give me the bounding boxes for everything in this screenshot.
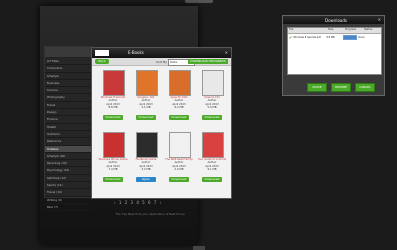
- book-size: 3.2 MB: [141, 167, 151, 171]
- bottom-edge-handle: [193, 246, 205, 250]
- book-size: 8.8 MB: [108, 105, 118, 109]
- column-header-file: File: [289, 28, 294, 31]
- book-meta: Windows 8 Secrets Author April 2013 8.8 MB: [98, 96, 128, 109]
- book-meta: Facebook Guide Author April 2013 3.2 MB: [131, 158, 161, 171]
- column-header-status: Status: [364, 28, 373, 31]
- close-icon[interactable]: ✕: [225, 50, 228, 55]
- download-row[interactable]: ✔ Windows 8 Secrets.pdf 8.8 MB Done: [288, 34, 381, 40]
- download-progress-fill: [344, 35, 357, 39]
- downloads-table: File Size Progress Status ✔ Windows 8 Sec…: [287, 27, 382, 75]
- book-card: Windows 8 Secrets Author April 2013 8.8 MB D…: [98, 70, 128, 128]
- book-size: 6.2 MB: [174, 105, 184, 109]
- book-size: 2.9 MB: [174, 167, 184, 171]
- resume-button[interactable]: RESUME: [331, 83, 351, 92]
- download-button[interactable]: Download: [202, 115, 222, 120]
- category-list: All Titles Computers Lifestyle Business Scie…: [45, 58, 91, 212]
- downloads-title: Downloads: [325, 18, 347, 23]
- book-card: Science 101 Author April 2013 5.0 MB Downloa…: [197, 70, 227, 128]
- brand-logo: [95, 50, 109, 56]
- sidebar-item[interactable]: Lifestyle: [45, 73, 91, 80]
- book-cover[interactable]: [169, 132, 191, 158]
- download-status: Done: [358, 35, 365, 39]
- dialog-toolbar: Back Sort By Date DOWNLOAD PROGRESS: [92, 58, 231, 66]
- book-cover[interactable]: [169, 70, 191, 96]
- sidebar-item[interactable]: Health: [45, 124, 91, 131]
- cancel-button[interactable]: CANCEL: [355, 83, 375, 92]
- close-icon[interactable]: ✕: [378, 17, 381, 22]
- download-progress-bar: [343, 34, 358, 40]
- sidebar-item[interactable]: Travel (10): [45, 189, 91, 197]
- footer-note: The Tips Best How your Application of Be…: [115, 212, 185, 216]
- sidebar-item[interactable]: Self-Help (12): [45, 175, 91, 183]
- sidebar-item[interactable]: Reference: [45, 138, 91, 146]
- dialog-header: E-Books ✕: [92, 48, 231, 58]
- book-card: Apps for Kids Author April 2013 6.2 MB Downl…: [164, 70, 194, 128]
- book-card: The Well-Read Family Author April 2013 2.9 …: [164, 132, 194, 190]
- book-cover[interactable]: [103, 132, 125, 158]
- download-button[interactable]: Download: [202, 177, 222, 182]
- column-header-progress: Progress: [345, 28, 357, 31]
- dialog-title: E-Books: [128, 50, 144, 55]
- download-file-name: Windows 8 Secrets.pdf: [293, 35, 321, 39]
- downloads-window: Downloads ✕ File Size Progress Status ✔ W…: [282, 15, 385, 96]
- book-card: Windows Phone Guide Author April 2013 7.4 M…: [98, 132, 128, 190]
- sidebar-item[interactable]: Lifestyle (20): [45, 153, 91, 161]
- ebook-store-dialog: E-Books ✕ Back Sort By Date DOWNLOAD PRO…: [91, 47, 232, 199]
- sidebar-item[interactable]: Writing (9): [45, 197, 91, 204]
- sidebar-item[interactable]: Business: [45, 80, 91, 88]
- download-button[interactable]: Download: [103, 115, 123, 120]
- sidebar-item[interactable]: Psychology (16): [45, 167, 91, 175]
- sidebar-item[interactable]: Hobbies: [45, 145, 91, 153]
- book-grid: Windows 8 Secrets Author April 2013 8.8 MB D…: [98, 70, 226, 190]
- back-button[interactable]: Back: [95, 59, 109, 64]
- sort-label: Sort By: [156, 59, 167, 64]
- sidebar-item[interactable]: Travel: [45, 102, 91, 110]
- pagination[interactable]: ‹ 1 2 3 4 5 6 7 ›: [114, 200, 162, 205]
- top-edge-handle: [185, 0, 213, 3]
- sidebar-item[interactable]: Sports (11): [45, 182, 91, 190]
- sidebar-item[interactable]: Parenting (19): [45, 160, 91, 168]
- download-button[interactable]: Download: [136, 115, 156, 120]
- book-meta: Your Guide to Android Author April 2013 9.1…: [197, 158, 227, 171]
- book-meta: Apps for Kids Author April 2013 6.2 MB: [164, 96, 194, 109]
- download-button[interactable]: Download: [103, 177, 123, 182]
- sidebar-item[interactable]: Computers: [45, 65, 91, 73]
- book-cover[interactable]: [202, 70, 224, 96]
- sidebar-item[interactable]: Misc (7): [45, 204, 91, 212]
- sidebar-item[interactable]: Science: [45, 87, 91, 95]
- book-cover[interactable]: [202, 132, 224, 158]
- book-card: Facebook Guide Author April 2013 3.2 MB Open: [131, 132, 161, 190]
- download-button[interactable]: Download: [169, 177, 189, 182]
- downloads-rows: ✔ Windows 8 Secrets.pdf 8.8 MB Done: [288, 34, 381, 40]
- pause-button[interactable]: PAUSE: [307, 83, 327, 92]
- book-card: Google+ 101 Author April 2013 4.1 MB Downloa…: [131, 70, 161, 128]
- book-meta: The Well-Read Family Author April 2013 2.9 …: [164, 158, 194, 171]
- sidebar-item[interactable]: All Titles: [45, 58, 91, 66]
- sidebar-item[interactable]: Finance: [45, 116, 91, 124]
- category-sidebar: All Titles Computers Lifestyle Business Scie…: [44, 46, 92, 212]
- sidebar-item[interactable]: Outdoors: [45, 131, 91, 139]
- ebook-app-window: All Titles Computers Lifestyle Business Scie…: [40, 6, 232, 244]
- book-cover[interactable]: [136, 132, 158, 158]
- column-header-size: Size: [328, 28, 334, 31]
- sidebar-item[interactable]: Photography: [45, 94, 91, 102]
- downloads-header: Downloads ✕: [283, 16, 384, 24]
- book-cover[interactable]: [103, 70, 125, 96]
- download-progress-button[interactable]: DOWNLOAD PROGRESS: [188, 59, 228, 64]
- book-card: Your Guide to Android Author April 2013 9.1…: [197, 132, 227, 190]
- book-size: 5.0 MB: [207, 105, 217, 109]
- book-size: 9.1 MB: [207, 167, 217, 171]
- sidebar-item[interactable]: Design: [45, 109, 91, 117]
- book-meta: Windows Phone Guide Author April 2013 7.4 M…: [98, 158, 128, 171]
- open-button[interactable]: Open: [136, 177, 156, 182]
- book-meta: Google+ 101 Author April 2013 4.1 MB: [131, 96, 161, 109]
- download-file-size: 8.8 MB: [326, 35, 335, 39]
- sidebar-header: [45, 47, 91, 58]
- book-size: 7.4 MB: [108, 167, 118, 171]
- book-meta: Science 101 Author April 2013 5.0 MB: [197, 96, 227, 109]
- download-button[interactable]: Download: [169, 115, 189, 120]
- book-size: 4.1 MB: [141, 105, 151, 109]
- book-cover[interactable]: [136, 70, 158, 96]
